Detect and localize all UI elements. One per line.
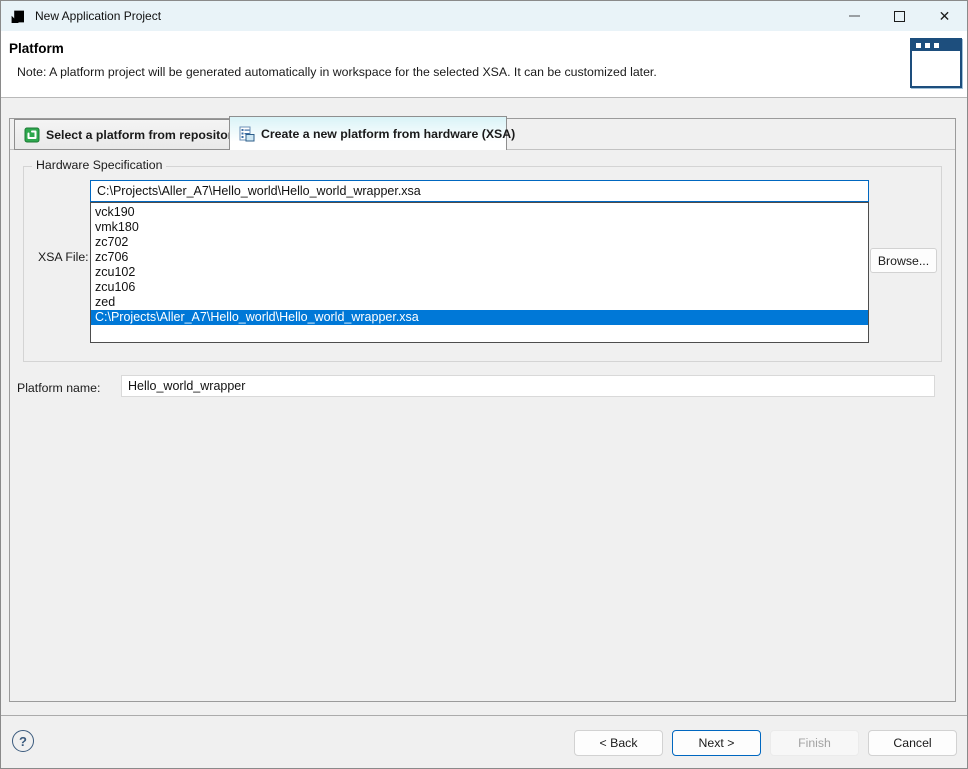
tab-label: Select a platform from repository bbox=[46, 128, 239, 142]
repository-platform-icon bbox=[24, 127, 40, 143]
tab-select-platform-repository[interactable]: Select a platform from repository bbox=[14, 119, 230, 150]
xsa-list-item[interactable]: zed bbox=[91, 295, 868, 310]
xsa-list-item[interactable]: vck190 bbox=[91, 205, 868, 220]
group-title: Hardware Specification bbox=[32, 158, 166, 172]
xsa-list-item[interactable]: C:\Projects\Aller_A7\Hello_world\Hello_w… bbox=[91, 310, 868, 325]
back-button[interactable]: < Back bbox=[574, 730, 663, 756]
main-area: Select a platform from repository Create… bbox=[1, 99, 967, 717]
platform-tab-panel: Select a platform from repository Create… bbox=[9, 118, 956, 702]
window-title: New Application Project bbox=[35, 9, 161, 23]
xsa-list-item[interactable]: zc706 bbox=[91, 250, 868, 265]
button-bar: ? < Back Next > Finish Cancel bbox=[1, 715, 967, 768]
browse-button[interactable]: Browse... bbox=[870, 248, 937, 273]
title-bar: New Application Project ✕ bbox=[1, 1, 967, 31]
help-button[interactable]: ? bbox=[12, 730, 34, 752]
tab-create-platform-from-xsa[interactable]: Create a new platform from hardware (XSA… bbox=[229, 116, 507, 150]
page-title: Platform bbox=[9, 41, 64, 56]
cancel-button[interactable]: Cancel bbox=[868, 730, 957, 756]
minimize-icon bbox=[849, 15, 860, 17]
new-application-project-dialog: New Application Project ✕ Platform Note:… bbox=[0, 0, 968, 769]
wizard-header: Platform Note: A platform project will b… bbox=[1, 31, 967, 98]
tab-label: Create a new platform from hardware (XSA… bbox=[261, 127, 515, 141]
maximize-button[interactable] bbox=[877, 1, 922, 31]
minimize-button[interactable] bbox=[832, 1, 877, 31]
hardware-specification-group: Hardware Specification XSA File: vck190v… bbox=[23, 166, 942, 362]
maximize-icon bbox=[894, 11, 905, 22]
xsa-list-item[interactable]: zc702 bbox=[91, 235, 868, 250]
xsa-file-input[interactable] bbox=[90, 180, 869, 202]
platform-name-label: Platform name: bbox=[17, 381, 100, 395]
next-button[interactable]: Next > bbox=[672, 730, 761, 756]
xsa-file-label: XSA File: bbox=[38, 250, 89, 264]
xsa-list-item[interactable]: zcu106 bbox=[91, 280, 868, 295]
xsa-listbox[interactable]: vck190vmk180zc702zc706zcu102zcu106zedC:\… bbox=[90, 202, 869, 343]
header-note: Note: A platform project will be generat… bbox=[17, 65, 657, 79]
platform-window-icon bbox=[910, 38, 962, 88]
app-logo-icon bbox=[9, 8, 26, 25]
xsa-list-item[interactable]: zcu102 bbox=[91, 265, 868, 280]
finish-button: Finish bbox=[770, 730, 859, 756]
close-button[interactable]: ✕ bbox=[922, 1, 967, 31]
xsa-list-item[interactable]: vmk180 bbox=[91, 220, 868, 235]
platform-name-input[interactable] bbox=[121, 375, 935, 397]
new-hardware-platform-icon bbox=[239, 126, 255, 142]
